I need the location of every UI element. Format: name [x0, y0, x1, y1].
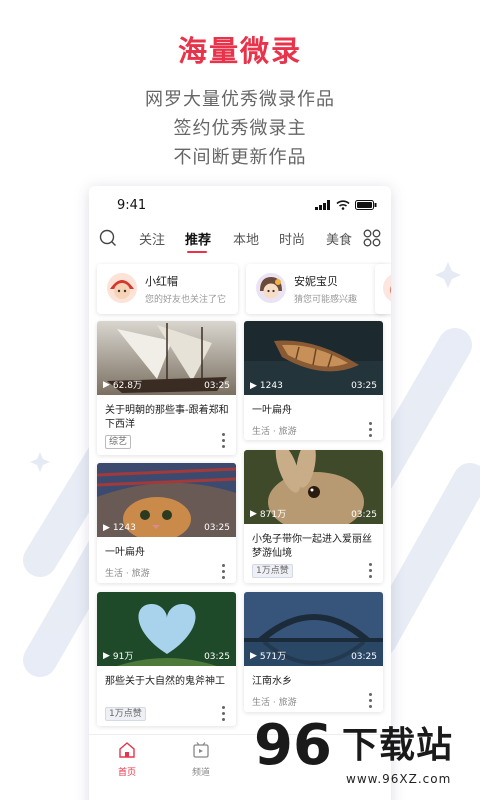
more-icon[interactable]: [369, 693, 373, 711]
video-thumbnail: ▶ 91万 03:25: [97, 592, 236, 666]
video-title: 一叶扁舟: [252, 405, 292, 416]
avatar: [107, 273, 137, 303]
play-icon: ▶: [250, 381, 257, 391]
status-time: 9:41: [117, 198, 147, 213]
watermark-text: 下载站: [342, 725, 454, 766]
more-icon[interactable]: [222, 433, 226, 451]
video-card[interactable]: ▶ 91万 03:25 那些关于大自然的鬼斧神工 1万点赞: [97, 592, 236, 726]
video-duration: 03:25: [204, 652, 230, 662]
video-duration: 03:25: [204, 381, 230, 391]
avatar: [256, 273, 286, 303]
video-thumbnail: ▶ 62.8万 03:25: [97, 321, 236, 395]
video-thumbnail: ▶ 871万 03:25: [244, 450, 383, 524]
video-tag: 1万点赞: [105, 707, 146, 721]
video-duration: 03:25: [351, 510, 377, 520]
play-icon: ▶: [103, 379, 110, 390]
recommend-user-desc: 猜您可能感兴趣: [294, 295, 358, 305]
play-count: ▶ 1243: [103, 523, 136, 533]
site-watermark: 96 下载站 www.96XZ.com: [254, 716, 480, 800]
play-count: ▶ 1243: [250, 381, 283, 391]
tab-fashion[interactable]: 时尚: [279, 229, 305, 248]
promo-line-1: 网罗大量优秀微录作品: [145, 89, 335, 110]
video-title: 那些关于大自然的鬼斧神工: [105, 676, 225, 687]
video-card[interactable]: ▶ 571万 03:25 江南水乡 生活 · 旅游: [244, 592, 383, 712]
nav-home-label: 首页: [117, 768, 136, 778]
video-category: 生活 · 旅游: [252, 698, 297, 708]
video-card[interactable]: ▶ 1243 03:25 一叶扁舟 生活 · 旅游: [244, 321, 383, 440]
play-icon: ▶: [103, 523, 110, 533]
video-title: 一叶扁舟: [105, 547, 145, 558]
watermark-url: www.96XZ.com: [346, 772, 452, 786]
video-tag: 综艺: [105, 435, 132, 449]
watermark-number: 96: [254, 713, 332, 778]
nav-channel-label: 频道: [191, 768, 210, 778]
play-icon: ▶: [103, 650, 110, 661]
video-card[interactable]: ▶ 62.8万 03:25 关于明朝的那些事-跟着郑和下西洋 综艺: [97, 321, 236, 455]
recommend-user-desc: 您的好友也关注了它: [145, 295, 227, 305]
play-icon: ▶: [250, 508, 257, 519]
tab-local[interactable]: 本地: [233, 229, 259, 248]
video-duration: 03:25: [351, 652, 377, 662]
phone-mockup: 9:41 关注 推荐 本地 时尚 美食 小红帽 您的好友也关注了它 安妮宝贝 猜…: [89, 186, 391, 800]
video-title: 关于明朝的那些事-跟着郑和下西洋: [105, 405, 229, 430]
recommend-user-card-partial[interactable]: [375, 264, 391, 314]
play-icon: ▶: [250, 650, 257, 661]
play-count: ▶ 91万: [103, 650, 134, 663]
more-icon[interactable]: [369, 563, 373, 581]
battery-icon: [355, 200, 377, 210]
more-icon[interactable]: [222, 564, 226, 582]
nav-home[interactable]: 首页: [107, 741, 147, 778]
category-tabs: 关注 推荐 本地 时尚 美食: [89, 226, 391, 253]
video-card[interactable]: ▶ 1243 03:25 一叶扁舟 生活 · 旅游: [97, 463, 236, 583]
status-bar: 9:41: [89, 198, 391, 218]
channel-icon: [193, 742, 209, 758]
nav-channel[interactable]: 频道: [181, 741, 221, 778]
more-icon[interactable]: [369, 422, 373, 440]
active-tab-indicator: [187, 251, 207, 253]
promo-line-3: 不间断更新作品: [173, 147, 307, 168]
recommend-user-name: 小红帽: [145, 275, 178, 288]
video-tag: 1万点赞: [252, 564, 293, 578]
play-count: ▶ 871万: [250, 508, 287, 521]
recommend-user-name: 安妮宝贝: [294, 275, 338, 288]
video-duration: 03:25: [204, 523, 230, 533]
video-category: 生活 · 旅游: [105, 569, 150, 579]
tab-follow[interactable]: 关注: [139, 229, 165, 248]
more-icon[interactable]: [222, 706, 226, 724]
video-thumbnail: ▶ 571万 03:25: [244, 592, 383, 666]
promo-headline: 海量微录: [177, 34, 302, 68]
category-grid-icon[interactable]: [363, 229, 381, 247]
promo-line-2: 签约优秀微录主: [173, 118, 307, 139]
video-title: 小兔子带你一起进入爱丽丝梦游仙境: [252, 534, 372, 559]
play-count: ▶ 571万: [250, 650, 287, 663]
play-count: ▶ 62.8万: [103, 379, 142, 392]
search-icon[interactable]: [99, 229, 117, 247]
video-thumbnail: ▶ 1243 03:25: [244, 321, 383, 395]
tab-food[interactable]: 美食: [326, 229, 352, 248]
video-title: 江南水乡: [252, 676, 292, 687]
video-category: 生活 · 旅游: [252, 427, 297, 437]
tab-recommend[interactable]: 推荐: [185, 229, 211, 248]
video-card[interactable]: ▶ 871万 03:25 小兔子带你一起进入爱丽丝梦游仙境 1万点赞: [244, 450, 383, 583]
video-duration: 03:25: [351, 381, 377, 391]
video-thumbnail: ▶ 1243 03:25: [97, 463, 236, 537]
avatar: [383, 273, 391, 303]
recommend-user-card[interactable]: 小红帽 您的好友也关注了它: [97, 264, 238, 314]
signal-icon: [315, 200, 330, 210]
recommend-user-card[interactable]: 安妮宝贝 猜您可能感兴趣: [246, 264, 387, 314]
wifi-icon: [336, 200, 350, 210]
home-icon: [119, 742, 135, 758]
